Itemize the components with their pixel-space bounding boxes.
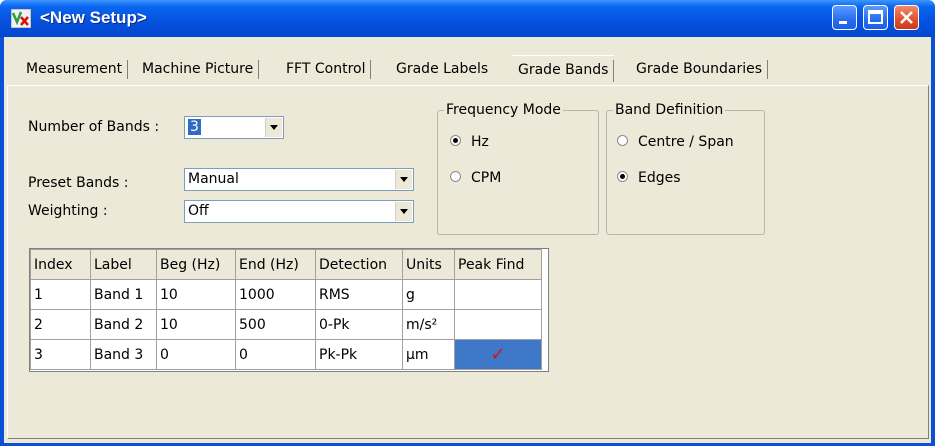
end-hz-cell[interactable]: 500 bbox=[235, 309, 316, 340]
label-cell[interactable]: Band 3 bbox=[90, 339, 157, 370]
radio-unselected-icon bbox=[450, 171, 461, 182]
beg-hz-cell[interactable]: 0 bbox=[156, 339, 236, 370]
weighting-value: Off bbox=[188, 203, 209, 219]
tab-machine-picture[interactable]: Machine Picture bbox=[136, 57, 260, 82]
chevron-down-icon[interactable] bbox=[265, 118, 282, 137]
beg-hz-cell[interactable]: 10 bbox=[156, 279, 236, 310]
column-header[interactable]: End (Hz) bbox=[235, 249, 316, 280]
peak-find-cell[interactable] bbox=[454, 279, 542, 310]
dialog-client: Measurement Machine Picture FFT Control … bbox=[4, 37, 931, 443]
maximize-button[interactable] bbox=[863, 5, 888, 30]
label-cell[interactable]: Band 2 bbox=[90, 309, 157, 340]
tab-fft-control[interactable]: FFT Control bbox=[280, 57, 372, 82]
chevron-down-icon[interactable] bbox=[395, 202, 412, 221]
tab-label: Grade Bands bbox=[518, 62, 609, 78]
title-bar[interactable]: <New Setup> bbox=[0, 0, 935, 37]
weighting-label: Weighting : bbox=[28, 203, 108, 219]
detection-cell[interactable]: 0-Pk bbox=[315, 309, 403, 340]
column-header[interactable]: Beg (Hz) bbox=[156, 249, 236, 280]
chevron-down-icon[interactable] bbox=[395, 170, 412, 189]
beg-hz-cell[interactable]: 10 bbox=[156, 309, 236, 340]
radio-label: Edges bbox=[638, 170, 681, 186]
tab-label: FFT Control bbox=[286, 61, 366, 77]
tab-grade-boundaries[interactable]: Grade Boundaries bbox=[630, 57, 769, 82]
peak-find-cell[interactable] bbox=[454, 309, 542, 340]
app-window: <New Setup> Measurement Machine Picture … bbox=[0, 0, 935, 446]
tab-grade-bands[interactable]: Grade Bands bbox=[512, 55, 615, 83]
minimize-button[interactable] bbox=[832, 5, 857, 30]
close-icon bbox=[900, 11, 913, 24]
tab-label: Grade Labels bbox=[396, 61, 489, 77]
radio-selected-icon bbox=[617, 171, 628, 182]
radio-label: Hz bbox=[471, 134, 489, 150]
end-hz-cell[interactable]: 0 bbox=[235, 339, 316, 370]
radio-selected-icon bbox=[450, 135, 461, 146]
maximize-icon bbox=[868, 10, 883, 24]
peak-find-cell[interactable]: ✓ bbox=[454, 339, 542, 370]
units-cell[interactable]: m/s² bbox=[402, 309, 455, 340]
bands-table: Index Label Beg (Hz) End (Hz) Detection … bbox=[30, 249, 542, 370]
preset-bands-select[interactable]: Manual bbox=[184, 168, 414, 191]
column-header[interactable]: Detection bbox=[315, 249, 403, 280]
tab-label: Machine Picture bbox=[142, 61, 254, 77]
tab-label: Grade Boundaries bbox=[636, 61, 763, 77]
radio-label: CPM bbox=[471, 170, 502, 186]
number-of-bands-label: Number of Bands : bbox=[28, 119, 160, 135]
radio-label: Centre / Span bbox=[638, 134, 734, 150]
column-header[interactable]: Units bbox=[402, 249, 455, 280]
number-of-bands-value: 3 bbox=[188, 119, 201, 135]
weighting-select[interactable]: Off bbox=[184, 200, 414, 223]
checkmark-icon: ✓ bbox=[490, 344, 506, 365]
index-cell[interactable]: 3 bbox=[30, 339, 91, 370]
radio-unselected-icon bbox=[617, 135, 628, 146]
detection-cell[interactable]: Pk-Pk bbox=[315, 339, 403, 370]
band-definition-group: Band Definition Centre / Span Edges bbox=[606, 102, 765, 235]
column-header[interactable]: Label bbox=[90, 249, 157, 280]
preset-bands-label: Preset Bands : bbox=[28, 175, 129, 191]
index-cell[interactable]: 2 bbox=[30, 309, 91, 340]
band-definition-title: Band Definition bbox=[613, 102, 726, 118]
frequency-mode-group: Frequency Mode Hz CPM bbox=[437, 102, 599, 235]
column-header[interactable]: Peak Find bbox=[454, 249, 542, 280]
table-header-row: Index Label Beg (Hz) End (Hz) Detection … bbox=[30, 249, 542, 280]
minimize-icon bbox=[839, 21, 847, 24]
preset-bands-value: Manual bbox=[188, 171, 239, 187]
tab-measurement[interactable]: Measurement bbox=[20, 57, 129, 82]
tab-label: Measurement bbox=[26, 61, 123, 77]
tab-grade-labels[interactable]: Grade Labels bbox=[390, 57, 494, 82]
table-row[interactable]: 1 Band 1 10 1000 RMS g bbox=[30, 279, 542, 310]
index-cell[interactable]: 1 bbox=[30, 279, 91, 310]
label-cell[interactable]: Band 1 bbox=[90, 279, 157, 310]
close-button[interactable] bbox=[894, 5, 919, 30]
units-cell[interactable]: g bbox=[402, 279, 455, 310]
detection-cell[interactable]: RMS bbox=[315, 279, 403, 310]
number-of-bands-select[interactable]: 3 bbox=[184, 116, 284, 139]
end-hz-cell[interactable]: 1000 bbox=[235, 279, 316, 310]
column-header[interactable]: Index bbox=[30, 249, 91, 280]
frequency-mode-title: Frequency Mode bbox=[444, 102, 563, 118]
table-row[interactable]: 2 Band 2 10 500 0-Pk m/s² bbox=[30, 309, 542, 340]
window-title: <New Setup> bbox=[40, 8, 147, 27]
app-icon bbox=[11, 9, 31, 28]
units-cell[interactable]: µm bbox=[402, 339, 455, 370]
bands-grid[interactable]: Index Label Beg (Hz) End (Hz) Detection … bbox=[29, 248, 549, 372]
table-row[interactable]: 3 Band 3 0 0 Pk-Pk µm ✓ bbox=[30, 339, 542, 370]
